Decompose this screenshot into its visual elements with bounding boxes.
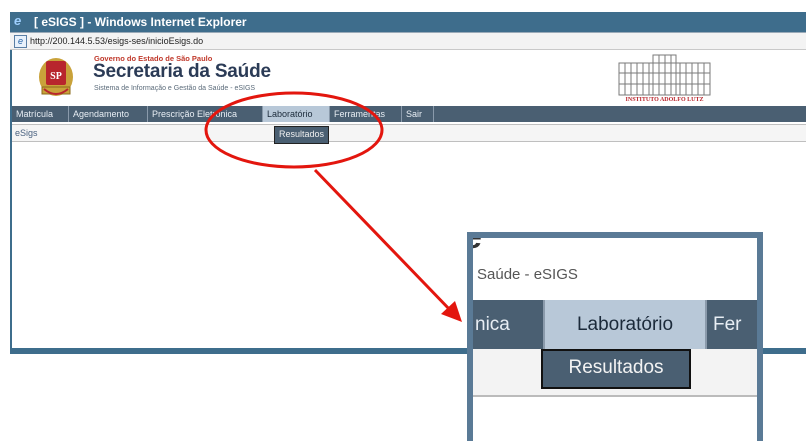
annotation-overlay [204, 91, 462, 322]
highlight-ellipse [204, 91, 384, 169]
pointer-arrow-line [313, 168, 454, 314]
